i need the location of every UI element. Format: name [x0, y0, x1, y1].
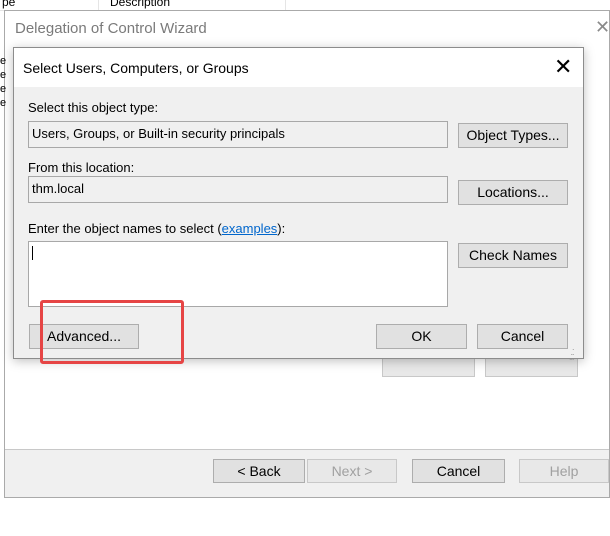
back-button[interactable]: < Back [213, 459, 305, 483]
object-type-label: Select this object type: [28, 100, 159, 115]
highlight-annotation-box [40, 300, 184, 364]
help-button[interactable]: Help [519, 459, 609, 483]
object-names-input[interactable] [28, 241, 448, 307]
dialog-cancel-button[interactable]: Cancel [477, 324, 568, 349]
help-button-label: Help [549, 463, 579, 479]
back-button-label: < Back [237, 463, 281, 479]
location-value: thm.local [32, 181, 85, 196]
location-label: From this location: [28, 160, 135, 175]
ok-button-label: OK [411, 328, 432, 344]
next-button-label: Next > [331, 463, 373, 479]
resize-grip-icon[interactable]: . ..... [569, 343, 574, 362]
background-column-type: pe [2, 0, 16, 9]
wizard-cancel-button-label: Cancel [436, 463, 481, 479]
list-item: e [0, 97, 6, 109]
list-item: e [0, 83, 6, 95]
object-types-button-label: Object Types... [466, 127, 560, 143]
object-type-field: Users, Groups, or Built-in security prin… [28, 121, 448, 148]
examples-link[interactable]: examples [222, 221, 278, 236]
close-icon[interactable]: ✕ [595, 17, 610, 38]
background-column-description: Description [110, 0, 171, 9]
check-names-button[interactable]: Check Names [458, 243, 568, 268]
locations-button-label: Locations... [477, 184, 549, 200]
object-names-label-suffix: ): [277, 221, 286, 236]
column-divider [98, 0, 99, 10]
dialog-titlebar: Select Users, Computers, or Groups ✕ [14, 48, 583, 87]
ok-button[interactable]: OK [376, 324, 467, 349]
object-names-label-prefix: Enter the object names to select ( [28, 221, 222, 236]
list-item: e [0, 55, 6, 67]
dialog-title: Select Users, Computers, or Groups [23, 60, 249, 76]
object-type-value: Users, Groups, or Built-in security prin… [32, 126, 285, 141]
object-types-button[interactable]: Object Types... [458, 123, 568, 148]
check-names-button-label: Check Names [469, 247, 557, 263]
list-item: e [0, 69, 6, 81]
location-field: thm.local [28, 176, 448, 203]
locations-button[interactable]: Locations... [458, 180, 568, 205]
object-names-label: Enter the object names to select (exampl… [28, 221, 285, 236]
background-list-items: e e e e [0, 54, 6, 110]
column-divider [285, 0, 286, 10]
wizard-cancel-button[interactable]: Cancel [412, 459, 505, 483]
dialog-cancel-button-label: Cancel [500, 328, 545, 344]
text-caret [32, 246, 33, 260]
wizard-titlebar: Delegation of Control Wizard ✕ [5, 11, 610, 45]
close-icon[interactable]: ✕ [554, 54, 572, 80]
wizard-title: Delegation of Control Wizard [15, 20, 207, 37]
next-button[interactable]: Next > [307, 459, 397, 483]
